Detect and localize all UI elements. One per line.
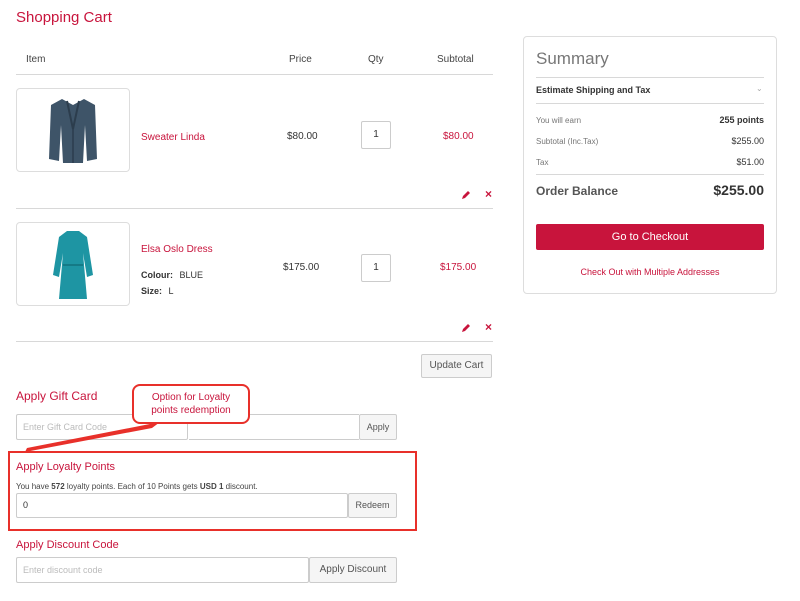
subtotal-label: Subtotal (Inc.Tax) [536,137,599,146]
summary-divider [536,77,764,78]
chevron-down-icon[interactable]: ⌄ [756,84,763,93]
estimate-shipping-toggle[interactable]: Estimate Shipping and Tax [536,85,650,95]
go-to-checkout-button[interactable]: Go to Checkout [536,224,764,250]
loyalty-text-mid: loyalty points. Each of 10 Points gets [64,482,200,491]
subtotal-value: $255.00 [731,136,764,146]
callout-line-1: Option for Loyalty [151,392,231,403]
redeem-button[interactable]: Redeem [348,493,397,518]
loyalty-title: Apply Loyalty Points [16,461,116,473]
loyalty-currency-amount: USD 1 [199,482,224,491]
loyalty-points-input[interactable]: 0 [16,493,348,518]
loyalty-points: 572 [51,482,65,491]
order-balance-value: $255.00 [713,182,764,198]
discount-title: Apply Discount Code [16,539,119,551]
summary-title: Summary [536,49,609,68]
order-balance-label: Order Balance [536,184,619,198]
summary-divider [536,174,764,175]
tax-value: $51.00 [736,157,764,167]
earn-label: You will earn [536,116,582,125]
earn-value: 255 points [719,115,764,125]
discount-code-input[interactable]: Enter discount code [16,557,309,583]
loyalty-text-pre: You have [16,482,52,491]
loyalty-text-post: discount. [223,482,258,491]
multi-address-checkout-link[interactable]: Check Out with Multiple Addresses [536,267,764,277]
loyalty-description: You have 572 loyalty points. Each of 10 … [16,482,258,491]
callout-line-2: points redemption [151,405,231,416]
loyalty-callout: Option for Loyalty points redemption [132,384,250,424]
apply-discount-button[interactable]: Apply Discount [309,557,397,583]
summary-divider [536,103,764,104]
tax-label: Tax [536,158,549,167]
